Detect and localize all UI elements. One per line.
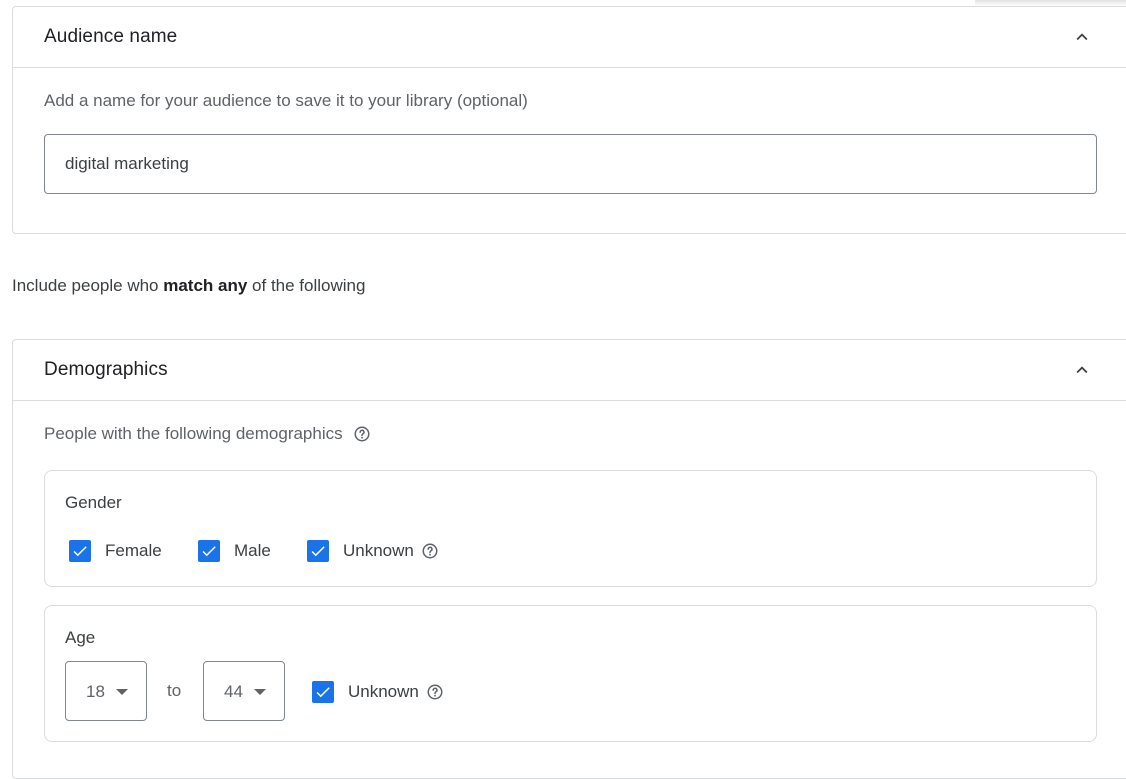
age-range-separator: to bbox=[167, 681, 182, 700]
age-from-value: 18 bbox=[86, 682, 105, 701]
check-icon bbox=[202, 546, 216, 557]
age-to-value: 44 bbox=[224, 682, 243, 701]
gender-section: Gender Female Male Unknown bbox=[44, 470, 1097, 587]
gender-option-female[interactable]: Female bbox=[69, 540, 162, 562]
gender-title: Gender bbox=[65, 493, 122, 512]
dropdown-arrow-icon bbox=[254, 689, 266, 695]
audience-name-description: Add a name for your audience to save it … bbox=[44, 91, 528, 110]
check-icon bbox=[311, 546, 325, 557]
age-option-unknown[interactable]: Unknown bbox=[312, 681, 444, 703]
age-to-select[interactable]: 44 bbox=[203, 661, 285, 721]
female-label: Female bbox=[105, 541, 162, 560]
unknown-age-label: Unknown bbox=[348, 682, 419, 701]
demographics-title: Demographics bbox=[44, 359, 168, 380]
unknown-gender-checkbox[interactable] bbox=[307, 540, 329, 562]
include-emphasis: match any bbox=[163, 276, 248, 295]
unknown-age-checkbox[interactable] bbox=[312, 681, 334, 703]
female-checkbox[interactable] bbox=[69, 540, 91, 562]
age-title: Age bbox=[65, 628, 96, 647]
age-from-select[interactable]: 18 bbox=[65, 661, 147, 721]
demographics-description: People with the following demographics bbox=[44, 424, 343, 443]
dropdown-arrow-icon bbox=[116, 689, 128, 695]
check-icon bbox=[316, 687, 330, 698]
demographics-description-row: People with the following demographics bbox=[44, 424, 371, 444]
audience-name-input[interactable] bbox=[44, 134, 1097, 194]
audience-name-card: Audience name Add a name for your audien… bbox=[12, 6, 1126, 234]
help-icon[interactable] bbox=[353, 425, 371, 443]
help-icon[interactable] bbox=[426, 683, 444, 701]
chevron-up-icon[interactable] bbox=[1071, 26, 1093, 48]
demographics-header[interactable]: Demographics bbox=[13, 340, 1126, 401]
unknown-gender-label: Unknown bbox=[343, 541, 414, 560]
check-icon bbox=[73, 546, 87, 557]
include-instruction: Include people who match any of the foll… bbox=[12, 276, 365, 296]
demographics-card: Demographics People with the following d… bbox=[12, 339, 1126, 779]
help-icon[interactable] bbox=[421, 542, 439, 560]
audience-name-header[interactable]: Audience name bbox=[13, 7, 1126, 68]
gender-option-unknown[interactable]: Unknown bbox=[307, 540, 439, 562]
male-checkbox[interactable] bbox=[198, 540, 220, 562]
age-section: Age 18 to 44 Unknown bbox=[44, 605, 1097, 742]
gender-option-male[interactable]: Male bbox=[198, 540, 271, 562]
male-label: Male bbox=[234, 541, 271, 560]
audience-name-title: Audience name bbox=[44, 26, 178, 47]
include-prefix: Include people who bbox=[12, 276, 164, 295]
include-suffix: of the following bbox=[247, 276, 366, 295]
chevron-up-icon[interactable] bbox=[1071, 359, 1093, 381]
